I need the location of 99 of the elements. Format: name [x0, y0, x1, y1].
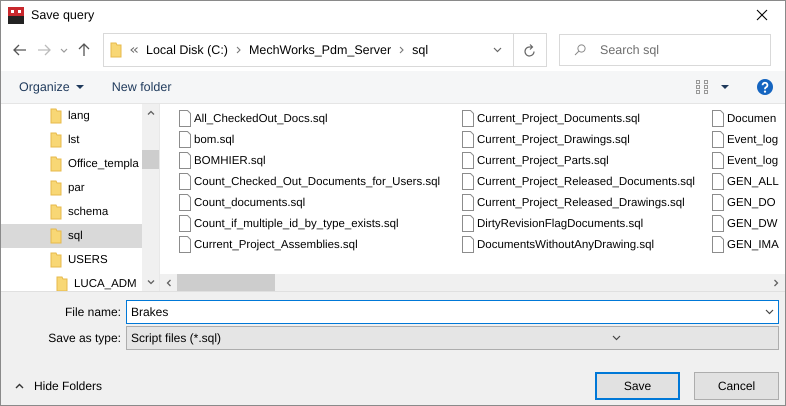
refresh-icon[interactable] — [524, 44, 536, 56]
search-icon[interactable] — [574, 44, 586, 56]
file-icon — [712, 131, 724, 148]
back-arrow-icon[interactable] — [13, 44, 27, 56]
folder-item[interactable]: sql — [1, 224, 142, 248]
file-icon — [712, 173, 724, 190]
folder-icon — [50, 252, 62, 268]
file-item[interactable]: GEN_DO — [727, 196, 776, 208]
file-icon — [462, 110, 474, 127]
file-name-field[interactable]: Brakes — [126, 300, 779, 324]
file-item[interactable]: Current_Project_Parts.sql — [477, 154, 609, 166]
field-label: File name: — [64, 305, 122, 319]
file-icon — [462, 152, 474, 169]
file-item[interactable]: Documen — [727, 112, 776, 124]
file-item[interactable]: DirtyRevisionFlagDocuments.sql — [477, 218, 644, 230]
double-chevron-icon[interactable] — [130, 47, 138, 53]
chevron-up-icon — [15, 383, 24, 389]
file-icon — [712, 152, 724, 169]
file-item[interactable]: Count_if_multiple_id_by_type_exists.sql — [194, 218, 399, 230]
folder-item[interactable]: schema — [1, 200, 142, 224]
file-item[interactable]: GEN_ALL — [727, 176, 779, 188]
folder-icon — [50, 132, 62, 148]
folder-item[interactable]: Office_templa — [1, 152, 142, 176]
scroll-left-icon[interactable] — [166, 278, 171, 286]
address-bar[interactable]: Local Disk (C:) MechWorks_Pdm_Server sql — [103, 33, 547, 67]
file-icon — [462, 131, 474, 148]
folder-icon — [110, 42, 122, 58]
chevron-down-icon[interactable] — [764, 309, 774, 315]
search-field[interactable]: Search sql — [559, 34, 771, 66]
file-icon — [179, 152, 191, 169]
folder-icon — [50, 108, 62, 124]
file-item[interactable]: Current_Project_Drawings.sql — [477, 134, 630, 146]
new-folder-button[interactable]: New folder — [106, 77, 178, 97]
folder-icon — [50, 204, 62, 220]
file-item[interactable]: Current_Project_Released_Drawings.sql — [477, 196, 685, 208]
chevron-right-icon[interactable] — [399, 46, 404, 54]
file-item[interactable]: Count_documents.sql — [194, 196, 306, 208]
chevron-down-icon[interactable] — [612, 335, 621, 341]
file-item[interactable]: Count_Checked_Out_Documents_for_Users.sql — [194, 176, 440, 188]
help-icon[interactable] — [757, 79, 773, 95]
dialog-button[interactable]: Cancel — [694, 372, 779, 400]
scroll-right-icon[interactable] — [774, 278, 779, 286]
dialog-button[interactable]: Save — [595, 372, 680, 400]
breadcrumb[interactable]: sql — [412, 43, 428, 57]
file-icon — [462, 215, 474, 232]
organize-button[interactable]: Organize — [13, 77, 90, 97]
folder-icon — [56, 276, 68, 291]
file-icon — [179, 215, 191, 232]
horizontal-scrollbar[interactable] — [160, 274, 785, 291]
close-icon[interactable] — [756, 9, 768, 21]
chevron-right-icon[interactable] — [236, 46, 241, 54]
file-icon — [179, 131, 191, 148]
window-title: Save query — [31, 8, 96, 22]
file-icon — [712, 194, 724, 211]
file-item[interactable]: All_CheckedOut_Docs.sql — [194, 112, 328, 124]
caret-icon[interactable] — [721, 85, 729, 89]
folder-item[interactable]: par — [1, 176, 142, 200]
vertical-scrollbar[interactable] — [142, 104, 159, 291]
file-icon — [179, 110, 191, 127]
file-item[interactable]: bom.sql — [194, 134, 234, 146]
file-icon — [712, 236, 724, 253]
breadcrumb[interactable]: MechWorks_Pdm_Server — [248, 43, 392, 57]
file-item[interactable]: BOMHIER.sql — [194, 154, 266, 166]
file-item[interactable]: GEN_DW — [727, 218, 778, 230]
file-icon — [462, 173, 474, 190]
file-item[interactable]: Current_Project_Released_Documents.sql — [477, 176, 695, 188]
folder-icon — [50, 180, 62, 196]
file-icon — [462, 194, 474, 211]
file-icon — [179, 194, 191, 211]
file-icon — [712, 110, 724, 127]
file-item[interactable]: GEN_IMA — [727, 238, 779, 250]
caret-icon — [76, 85, 84, 89]
scroll-down-icon[interactable] — [146, 280, 154, 285]
folder-item[interactable]: lst — [1, 128, 142, 152]
app-icon — [8, 6, 24, 24]
view-options-icon[interactable] — [696, 80, 711, 94]
folder-icon — [50, 156, 62, 172]
scroll-up-icon[interactable] — [146, 110, 154, 115]
chevron-down-icon[interactable] — [492, 47, 502, 53]
file-item[interactable]: Current_Project_Assemblies.sql — [194, 238, 358, 250]
folder-icon — [50, 228, 62, 244]
folder-item[interactable]: lang — [1, 104, 142, 128]
file-icon — [712, 215, 724, 232]
file-item[interactable]: Event_log — [727, 154, 778, 166]
breadcrumb[interactable]: Local Disk (C:) — [146, 43, 228, 57]
file-item[interactable]: Event_log — [727, 134, 778, 146]
folder-item[interactable]: USERS — [1, 248, 142, 272]
file-icon — [179, 173, 191, 190]
scrollbar-thumb[interactable] — [177, 274, 275, 291]
hide-folders-button[interactable]: Hide Folders — [13, 376, 104, 396]
file-type-dropdown[interactable]: Script files (*.sql) — [126, 326, 779, 350]
file-icon — [179, 236, 191, 253]
file-item[interactable]: DocumentsWithoutAnyDrawing.sql — [477, 238, 654, 250]
field-label: Save as type: — [47, 331, 122, 345]
file-item[interactable]: Current_Project_Documents.sql — [477, 112, 640, 124]
up-arrow-icon[interactable] — [78, 43, 90, 57]
file-icon — [462, 236, 474, 253]
folder-item[interactable]: LUCA_ADM — [1, 272, 142, 291]
scrollbar-thumb[interactable] — [142, 150, 159, 169]
